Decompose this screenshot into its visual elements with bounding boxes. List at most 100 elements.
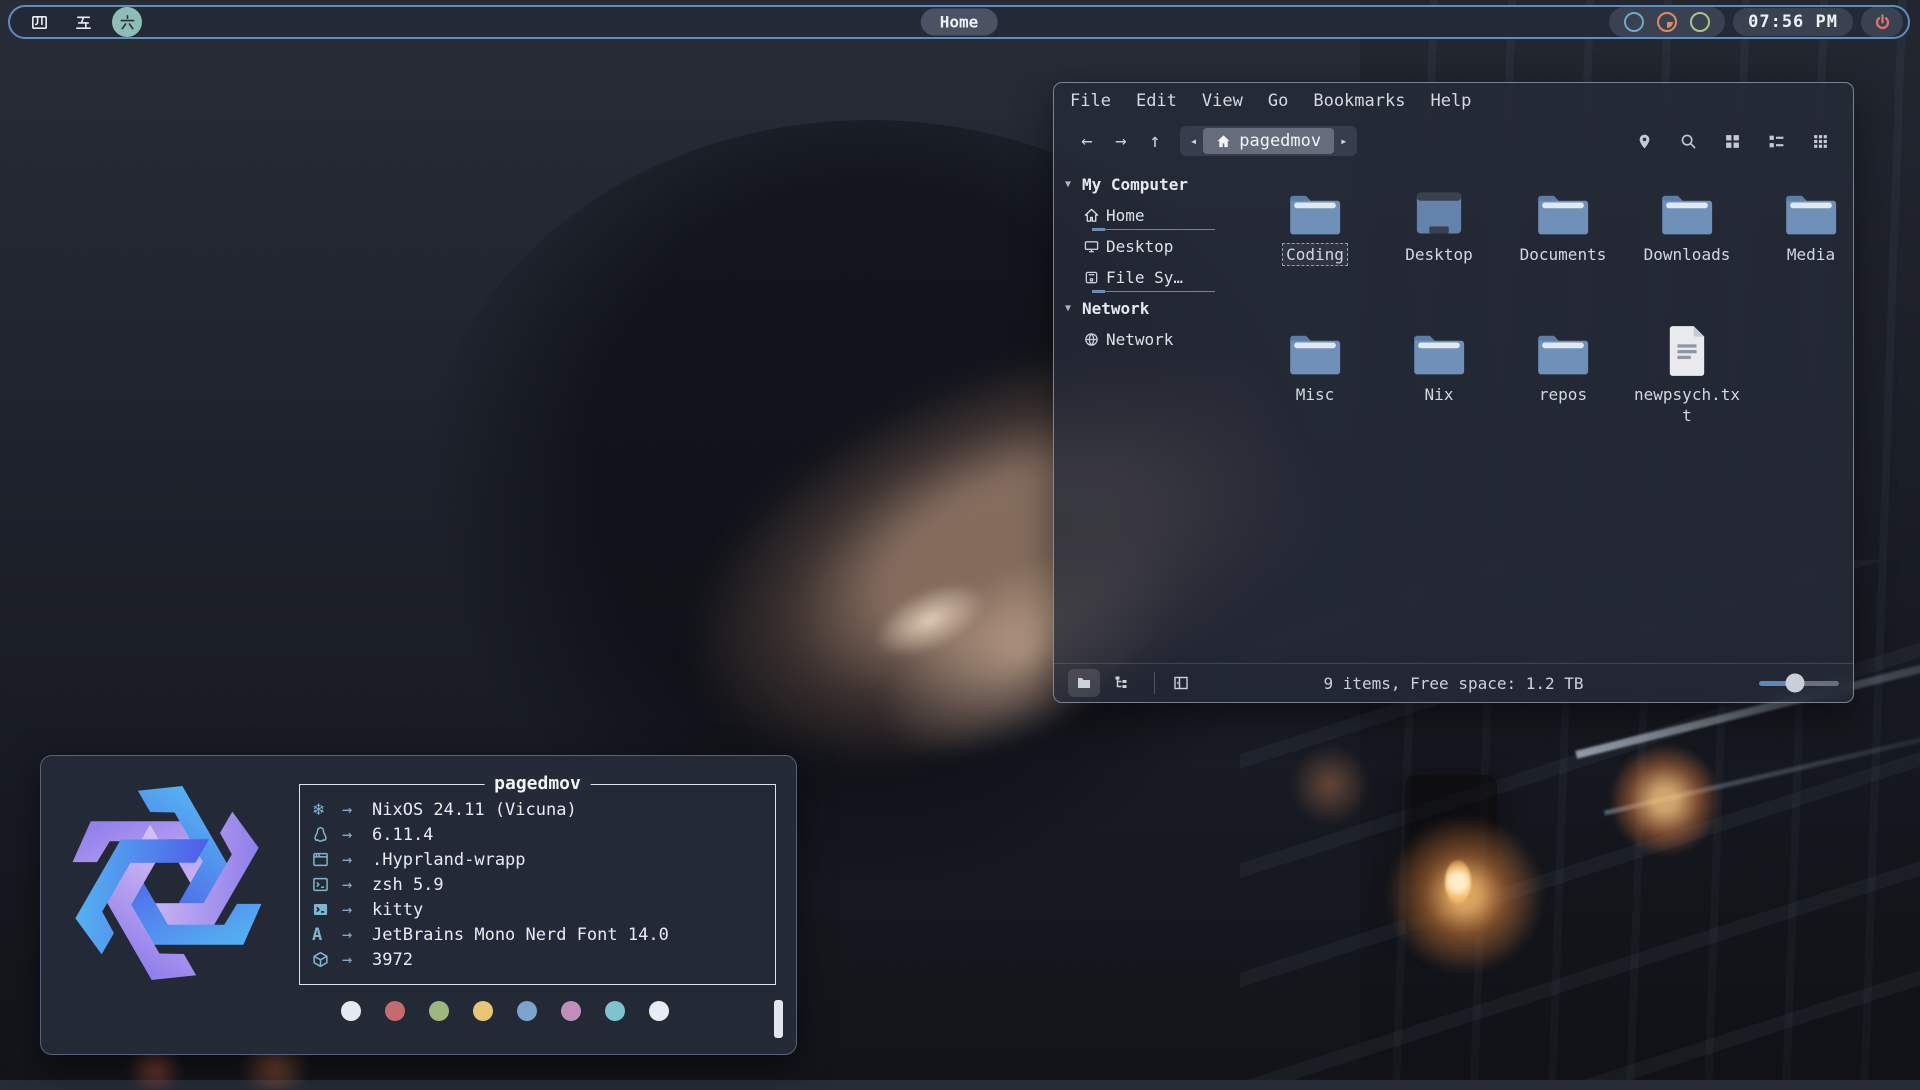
path-bar: ◂ pagedmov ▸ xyxy=(1180,126,1357,156)
file-nix[interactable]: Nix xyxy=(1377,325,1501,465)
power-icon xyxy=(1873,13,1892,32)
file-coding[interactable]: Coding xyxy=(1253,185,1377,325)
location-icon[interactable] xyxy=(1636,133,1653,150)
terminal-cursor xyxy=(774,1000,783,1038)
path-tab-label: pagedmov xyxy=(1239,131,1321,151)
file-desktop[interactable]: Desktop xyxy=(1377,185,1501,325)
icon-view-icon[interactable] xyxy=(1724,133,1741,150)
sidebar-item-desktop[interactable]: Desktop xyxy=(1054,231,1221,262)
workspace-switcher xyxy=(24,7,142,37)
tux-icon xyxy=(312,826,329,843)
folder-icon xyxy=(1534,191,1592,237)
file-misc[interactable]: Misc xyxy=(1253,325,1377,465)
fetch-box: pagedmov ❄→NixOS 24.11 (Vicuna)→6.11.4→.… xyxy=(299,784,776,985)
clock[interactable]: 07:56 PM xyxy=(1733,8,1853,36)
focused-window-title: Home xyxy=(921,9,998,36)
back-button[interactable]: ← xyxy=(1070,130,1104,152)
file-label: Misc xyxy=(1292,383,1339,406)
palette-dot-6 xyxy=(605,1001,625,1021)
menu-edit[interactable]: Edit xyxy=(1136,91,1177,111)
fetch-value: NixOS 24.11 (Vicuna) xyxy=(372,800,761,820)
list-view-icon[interactable] xyxy=(1768,133,1785,150)
shell-icon xyxy=(312,876,329,893)
indicator-green[interactable] xyxy=(1690,12,1710,32)
toggle-side-pane-button[interactable] xyxy=(1165,669,1197,697)
file-media[interactable]: Media xyxy=(1749,185,1873,325)
palette-dot-7 xyxy=(649,1001,669,1021)
fetch-row: A→JetBrains Mono Nerd Font 14.0 xyxy=(312,922,761,947)
status-divider xyxy=(1154,672,1155,694)
packages-icon xyxy=(312,951,329,968)
fetch-row: →3972 xyxy=(312,947,761,972)
file-newpsych-txt[interactable]: newpsych.txt xyxy=(1625,325,1749,465)
menu-help[interactable]: Help xyxy=(1430,91,1471,111)
up-button[interactable]: ↑ xyxy=(1138,130,1172,152)
power-button[interactable] xyxy=(1861,7,1903,37)
path-scroll-right-icon[interactable]: ▸ xyxy=(1334,134,1353,148)
file-label: newpsych.txt xyxy=(1629,383,1745,427)
terminal-window: pagedmov ❄→NixOS 24.11 (Vicuna)→6.11.4→.… xyxy=(40,755,797,1055)
file-repos[interactable]: repos xyxy=(1501,325,1625,465)
text-file-icon xyxy=(1666,325,1708,377)
nix-icon: ❄ xyxy=(312,800,342,819)
arrow-icon: → xyxy=(342,800,372,820)
fetch-value: .Hyprland-wrapp xyxy=(372,850,761,870)
file-label: Nix xyxy=(1421,383,1458,406)
tux-icon xyxy=(312,826,342,843)
nixos-logo xyxy=(41,756,293,1054)
folder-pane-icon xyxy=(1076,675,1092,691)
menu-go[interactable]: Go xyxy=(1268,91,1288,111)
packages-icon xyxy=(312,951,342,968)
indicator-orange[interactable] xyxy=(1657,12,1677,32)
fetch-value: zsh 5.9 xyxy=(372,875,761,895)
indicator-blue[interactable] xyxy=(1624,12,1644,32)
path-scroll-left-icon[interactable]: ◂ xyxy=(1184,134,1203,148)
search-icon[interactable] xyxy=(1680,133,1697,150)
home-icon xyxy=(1216,134,1231,149)
file-documents[interactable]: Documents xyxy=(1501,185,1625,325)
menu-view[interactable]: View xyxy=(1202,91,1243,111)
workspace-4[interactable] xyxy=(24,7,54,37)
file-grid: Coding DesktopDocumentsDownloadsMedia Misc… xyxy=(1221,163,1883,663)
fetch-row: →kitty xyxy=(312,897,761,922)
menu-bookmarks[interactable]: Bookmarks xyxy=(1313,91,1405,111)
palette-dot-1 xyxy=(385,1001,405,1021)
sidebar-section-network[interactable]: ▼Network xyxy=(1054,293,1221,324)
zoom-slider-knob[interactable] xyxy=(1786,674,1805,693)
tree-pane-button[interactable] xyxy=(1106,669,1138,697)
zoom-slider[interactable] xyxy=(1759,681,1839,686)
folder-icon xyxy=(1782,191,1840,237)
workspace-6[interactable] xyxy=(112,7,142,37)
folder-icon xyxy=(1410,331,1468,377)
toolbar: ← → ↑ ◂ pagedmov ▸ xyxy=(1054,119,1853,163)
file-label: Coding xyxy=(1282,243,1348,266)
fetch-value: 3972 xyxy=(372,950,761,970)
fetch-row: →zsh 5.9 xyxy=(312,872,761,897)
globe-icon xyxy=(1084,332,1099,347)
file-label: repos xyxy=(1535,383,1591,406)
palette-dot-4 xyxy=(517,1001,537,1021)
forward-button[interactable]: → xyxy=(1104,130,1138,152)
compact-view-icon[interactable] xyxy=(1812,133,1829,150)
menu-file[interactable]: File xyxy=(1070,91,1111,111)
arrow-icon: → xyxy=(342,950,372,970)
desktop-sm-icon xyxy=(1084,239,1099,254)
workspace-5[interactable] xyxy=(68,7,98,37)
desktop-folder-icon xyxy=(1414,191,1464,237)
wm-icon xyxy=(312,851,329,868)
folder-icon xyxy=(1534,331,1592,377)
sidebar-item-network[interactable]: Network xyxy=(1054,324,1221,355)
file-downloads[interactable]: Downloads xyxy=(1625,185,1749,325)
status-text: 9 items, Free space: 1.2 TB xyxy=(1323,674,1583,693)
places-sidebar: ▼My ComputerHomeDesktopFile Sy…▼NetworkN… xyxy=(1054,163,1221,663)
sidebar-item-home[interactable]: Home xyxy=(1054,200,1221,231)
fetch-row: →.Hyprland-wrapp xyxy=(312,847,761,872)
sidebar-section-my-computer[interactable]: ▼My Computer xyxy=(1054,169,1221,200)
tree-icon xyxy=(1114,675,1130,691)
places-pane-button[interactable] xyxy=(1068,669,1100,697)
arrow-icon: → xyxy=(342,925,372,945)
sidebar-item-file-sy-[interactable]: File Sy… xyxy=(1054,262,1221,293)
top-bar: Home 07:56 PM xyxy=(8,5,1910,39)
path-tab-home[interactable]: pagedmov xyxy=(1203,128,1334,154)
collapse-caret-icon: ▼ xyxy=(1065,179,1075,190)
